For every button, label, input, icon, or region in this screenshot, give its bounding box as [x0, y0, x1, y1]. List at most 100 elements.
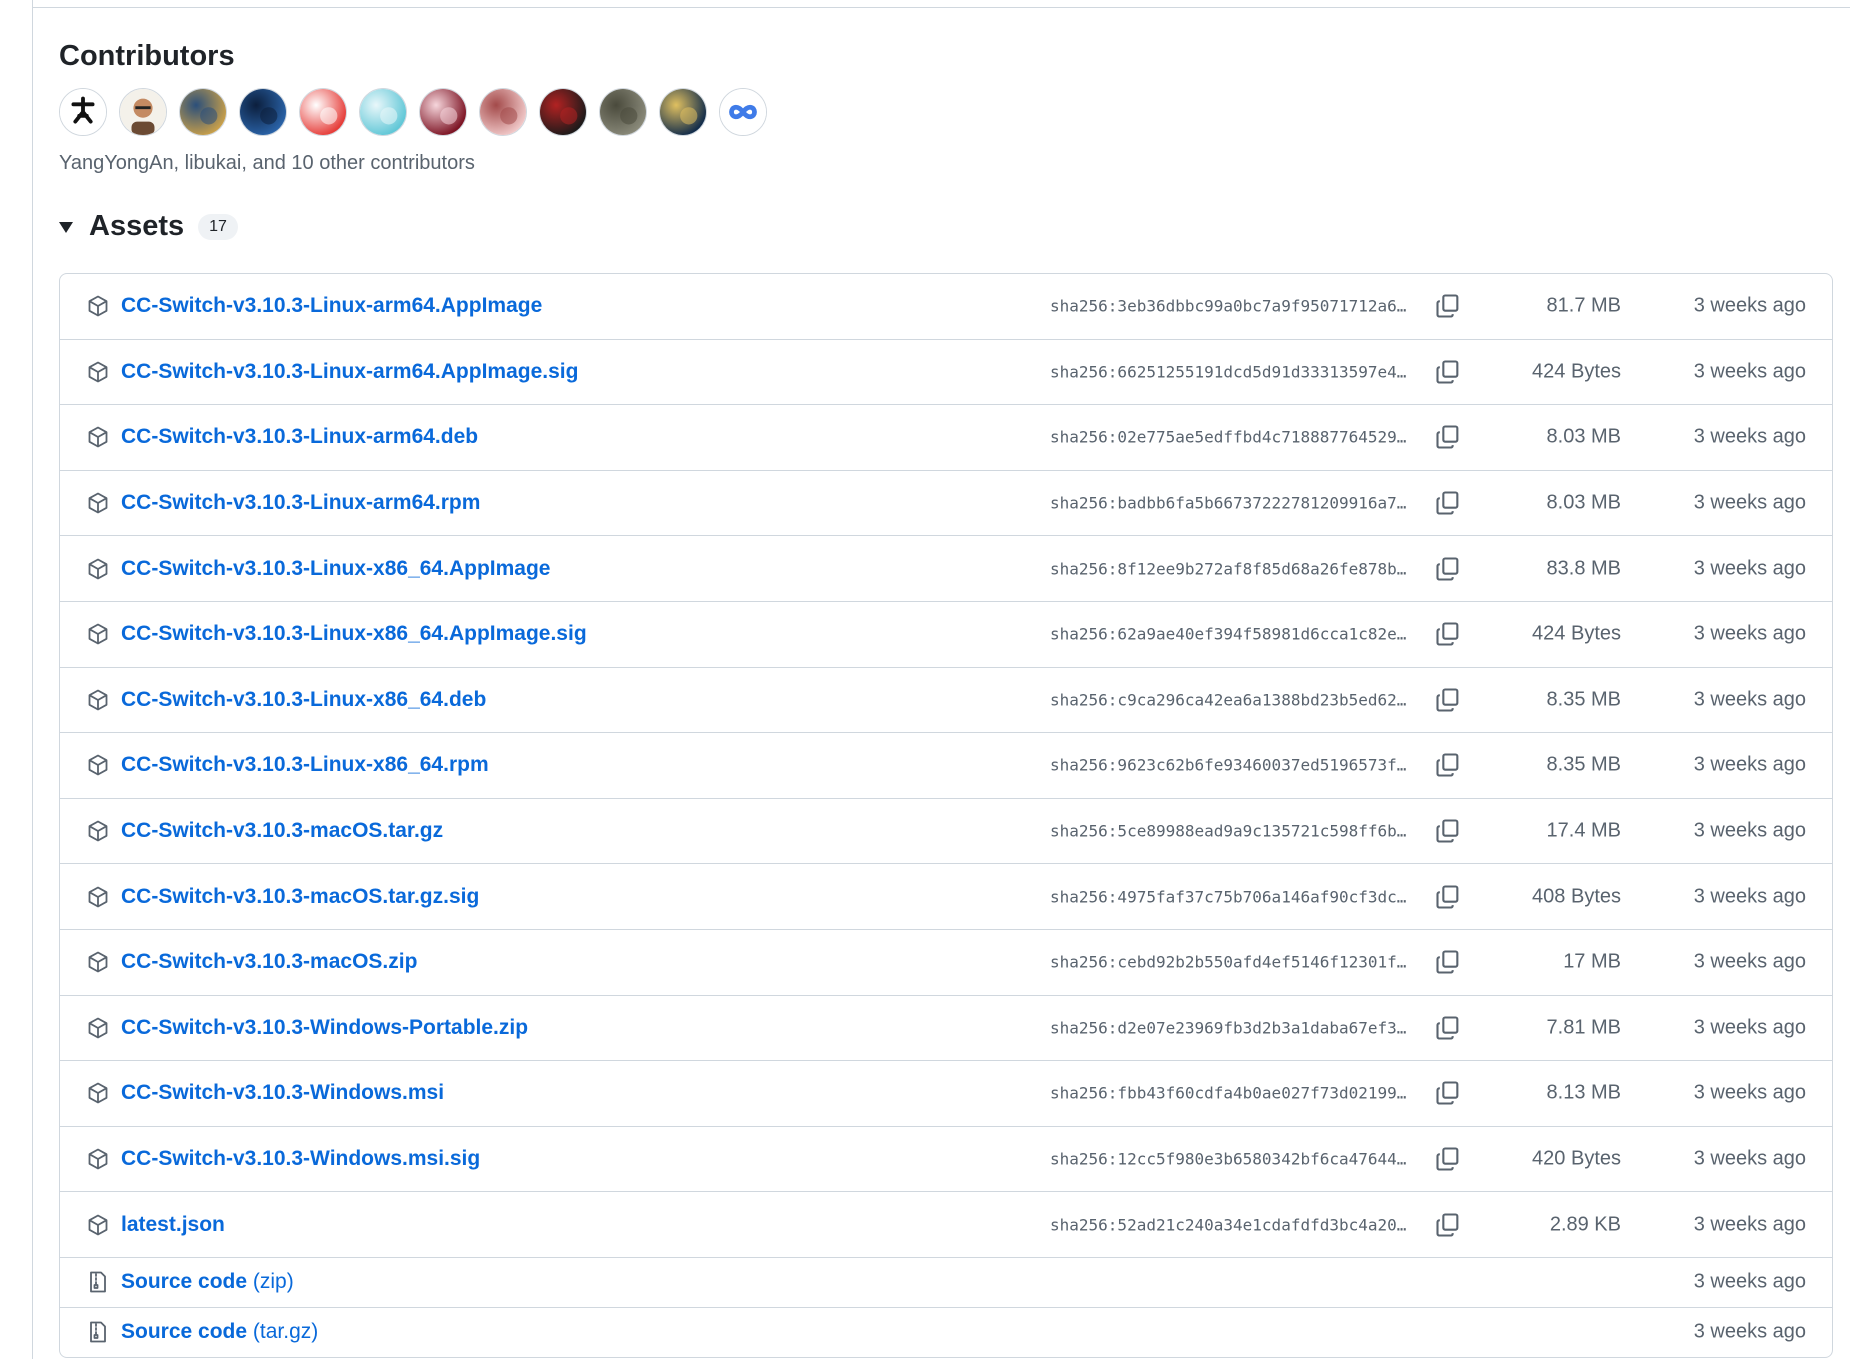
contributor-avatar[interactable] [59, 88, 107, 136]
package-icon [86, 1016, 110, 1040]
asset-download-link[interactable]: CC-Switch-v3.10.3-macOS.tar.gz.sig [121, 885, 479, 909]
asset-sha256: sha256:8f12ee9b272af8f85d68a26fe878b… [1050, 559, 1407, 579]
asset-download-link[interactable]: CC-Switch-v3.10.3-Linux-x86_64.AppImage.… [121, 622, 587, 646]
contributor-avatar[interactable] [119, 88, 167, 136]
package-icon [86, 753, 110, 777]
assets-count-badge: 17 [198, 213, 238, 240]
asset-size: 8.35 MB [1546, 688, 1621, 711]
package-icon [86, 950, 110, 974]
asset-sha256: sha256:02e775ae5edffbd4c718887764529… [1050, 427, 1407, 447]
asset-size: 8.03 MB [1546, 425, 1621, 448]
asset-row: CC-Switch-v3.10.3-Linux-arm64.deb sha256… [60, 405, 1832, 471]
package-icon [86, 294, 110, 318]
asset-download-link[interactable]: CC-Switch-v3.10.3-Linux-arm64.rpm [121, 491, 480, 515]
copy-icon[interactable] [1434, 817, 1462, 845]
source-code-label: Source code [121, 1270, 248, 1294]
asset-size: 8.35 MB [1546, 753, 1621, 776]
asset-sha256: sha256:12cc5f980e3b6580342bf6ca47644… [1050, 1149, 1407, 1169]
asset-sha256: sha256:9623c62b6fe93460037ed5196573f… [1050, 755, 1407, 775]
package-icon [86, 688, 110, 712]
copy-icon[interactable] [1434, 948, 1462, 976]
copy-icon[interactable] [1434, 620, 1462, 648]
asset-time: 3 weeks ago [1693, 1016, 1806, 1039]
source-code-link[interactable]: Source code (tar.gz) [121, 1320, 318, 1344]
copy-icon[interactable] [1434, 555, 1462, 583]
asset-time: 3 weeks ago [1693, 491, 1806, 514]
asset-time: 3 weeks ago [1693, 425, 1806, 448]
asset-sha256: sha256:4975faf37c75b706a146af90cf3dc… [1050, 887, 1407, 907]
source-code-row: Source code (zip) 3 weeks ago [60, 1258, 1832, 1308]
asset-download-link[interactable]: CC-Switch-v3.10.3-macOS.zip [121, 950, 417, 974]
asset-download-link[interactable]: CC-Switch-v3.10.3-Linux-arm64.AppImage.s… [121, 360, 578, 384]
asset-sha256: sha256:fbb43f60cdfa4b0ae027f73d02199… [1050, 1083, 1407, 1103]
asset-download-link[interactable]: CC-Switch-v3.10.3-Linux-x86_64.deb [121, 688, 486, 712]
asset-row: CC-Switch-v3.10.3-Linux-x86_64.AppImage … [60, 536, 1832, 602]
asset-time: 3 weeks ago [1693, 950, 1806, 973]
package-icon [86, 360, 110, 384]
asset-time: 3 weeks ago [1693, 622, 1806, 645]
asset-download-link[interactable]: CC-Switch-v3.10.3-Linux-x86_64.rpm [121, 753, 489, 777]
asset-time: 3 weeks ago [1693, 885, 1806, 908]
contributor-avatar[interactable] [299, 88, 347, 136]
asset-time: 3 weeks ago [1693, 360, 1806, 383]
asset-download-link[interactable]: CC-Switch-v3.10.3-Linux-x86_64.AppImage [121, 557, 550, 581]
asset-row: CC-Switch-v3.10.3-Linux-x86_64.AppImage.… [60, 602, 1832, 668]
asset-download-link[interactable]: CC-Switch-v3.10.3-Windows.msi.sig [121, 1147, 480, 1171]
copy-icon[interactable] [1434, 358, 1462, 386]
asset-size: 424 Bytes [1532, 360, 1621, 383]
asset-row: CC-Switch-v3.10.3-macOS.tar.gz sha256:5c… [60, 799, 1832, 865]
asset-download-link[interactable]: CC-Switch-v3.10.3-Linux-arm64.AppImage [121, 294, 542, 318]
source-code-link[interactable]: Source code (zip) [121, 1270, 294, 1294]
contributor-avatar[interactable] [359, 88, 407, 136]
asset-size: 17 MB [1563, 950, 1621, 973]
asset-download-link[interactable]: CC-Switch-v3.10.3-Windows-Portable.zip [121, 1016, 528, 1040]
asset-download-link[interactable]: CC-Switch-v3.10.3-Linux-arm64.deb [121, 425, 478, 449]
asset-sha256: sha256:d2e07e23969fb3d2b3a1daba67ef3… [1050, 1018, 1407, 1038]
assets-title: Assets [89, 210, 185, 242]
copy-icon[interactable] [1434, 1014, 1462, 1042]
copy-icon[interactable] [1434, 1145, 1462, 1173]
asset-size: 83.8 MB [1546, 557, 1621, 580]
copy-icon[interactable] [1434, 686, 1462, 714]
asset-sha256: sha256:52ad21c240a34e1cdafdfd3bc4a20… [1050, 1215, 1407, 1235]
asset-time: 3 weeks ago [1693, 688, 1806, 711]
contributor-avatar[interactable] [719, 88, 767, 136]
asset-download-link[interactable]: CC-Switch-v3.10.3-Windows.msi [121, 1081, 444, 1105]
triangle-down-icon [59, 222, 73, 233]
asset-time: 3 weeks ago [1693, 294, 1806, 317]
source-code-label: Source code [121, 1320, 248, 1344]
asset-row: CC-Switch-v3.10.3-Windows-Portable.zip s… [60, 996, 1832, 1062]
contributor-avatar[interactable] [599, 88, 647, 136]
contributor-avatar[interactable] [479, 88, 527, 136]
file-zip-icon [86, 1270, 110, 1294]
copy-icon[interactable] [1434, 751, 1462, 779]
asset-size: 408 Bytes [1532, 885, 1621, 908]
asset-download-link[interactable]: CC-Switch-v3.10.3-macOS.tar.gz [121, 819, 443, 843]
asset-download-link[interactable]: latest.json [121, 1213, 225, 1237]
copy-icon[interactable] [1434, 1079, 1462, 1107]
assets-toggle[interactable]: Assets 17 [59, 210, 238, 243]
copy-icon[interactable] [1434, 292, 1462, 320]
copy-icon[interactable] [1434, 883, 1462, 911]
package-icon [86, 885, 110, 909]
file-zip-icon [86, 1320, 110, 1344]
source-code-format: (zip) [252, 1270, 294, 1294]
asset-row: latest.json sha256:52ad21c240a34e1cdafdf… [60, 1192, 1832, 1258]
asset-row: CC-Switch-v3.10.3-Linux-x86_64.deb sha25… [60, 668, 1832, 734]
copy-icon[interactable] [1434, 489, 1462, 517]
asset-row: CC-Switch-v3.10.3-macOS.zip sha256:cebd9… [60, 930, 1832, 996]
source-code-format: (tar.gz) [252, 1320, 319, 1344]
package-icon [86, 1081, 110, 1105]
package-icon [86, 425, 110, 449]
asset-time: 3 weeks ago [1693, 1270, 1806, 1293]
copy-icon[interactable] [1434, 1211, 1462, 1239]
package-icon [86, 1213, 110, 1237]
copy-icon[interactable] [1434, 423, 1462, 451]
asset-row: CC-Switch-v3.10.3-Linux-x86_64.rpm sha25… [60, 733, 1832, 799]
contributor-avatar[interactable] [539, 88, 587, 136]
asset-row: CC-Switch-v3.10.3-Windows.msi sha256:fbb… [60, 1061, 1832, 1127]
contributor-avatar[interactable] [239, 88, 287, 136]
contributor-avatar[interactable] [179, 88, 227, 136]
contributor-avatar[interactable] [659, 88, 707, 136]
contributor-avatar[interactable] [419, 88, 467, 136]
